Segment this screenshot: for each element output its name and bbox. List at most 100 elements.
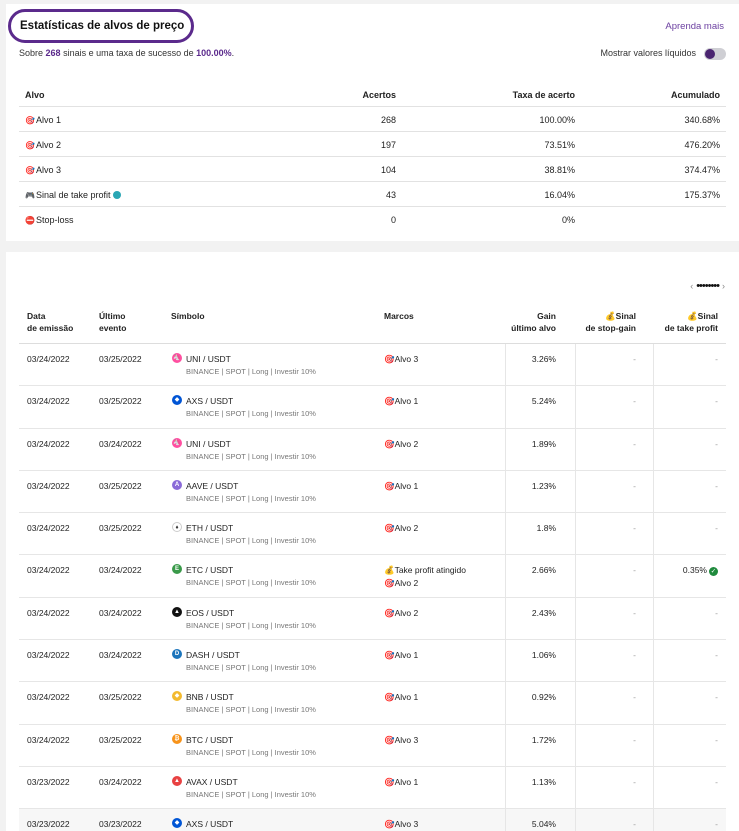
stats-table-header: Alvo Acertos Taxa de acerto Acumulado <box>19 83 726 106</box>
symbol-link[interactable]: BNB / USDT <box>186 692 234 702</box>
table-row[interactable]: 03/24/2022 03/24/2022 ▲ EOS / USDT BINANCE |… <box>19 597 726 641</box>
coin-icon: 🦄 <box>172 437 182 448</box>
next-page-button[interactable]: › <box>722 281 725 291</box>
last-event-date: 03/25/2022 <box>99 354 142 364</box>
summary-signal-count: 268 <box>45 48 61 58</box>
stop-gain-signal: - <box>633 565 636 576</box>
info-icon[interactable] <box>112 191 121 199</box>
stats-row-target: 🎯Alvo 1 <box>25 115 61 125</box>
column-divider <box>505 344 506 386</box>
table-row[interactable]: 03/24/2022 03/25/2022 ₿ BTC / USDT BINANCE |… <box>19 724 726 767</box>
column-divider <box>653 724 654 766</box>
emission-date: 03/23/2022 <box>27 819 70 830</box>
symbol-link[interactable]: AXS / USDT <box>186 819 233 829</box>
stats-row-accum: 340.68% <box>684 115 720 125</box>
col-take-profit-line2: de take profit <box>664 323 718 333</box>
column-divider <box>653 555 654 597</box>
column-divider <box>575 555 576 597</box>
symbol-link[interactable]: AAVE / USDT <box>186 481 238 491</box>
column-divider <box>653 386 654 428</box>
stats-row-name: Sinal de take profit <box>36 190 111 200</box>
learn-more-link[interactable]: Aprenda mais <box>665 21 724 32</box>
last-event-date: 03/24/2022 <box>99 565 142 576</box>
symbol-link[interactable]: ETC / USDT <box>186 565 233 575</box>
symbol-link[interactable]: UNI / USDT <box>186 354 231 364</box>
col-take-profit-header: 💰Sinal de take profit <box>665 310 718 334</box>
stop-gain-signal: - <box>633 354 636 364</box>
take-profit-signal: - <box>715 523 718 533</box>
symbol-link[interactable]: AXS / USDT <box>186 396 233 406</box>
last-event-date: 03/24/2022 <box>99 438 142 449</box>
column-divider <box>575 386 576 428</box>
table-row[interactable]: 03/23/202203/23/2022◆AXS / USDTBINANCE |… <box>19 809 726 831</box>
stats-row: 🎯Alvo 1 268 100.00% 340.68% <box>19 106 726 131</box>
gain-last-target: 2.66% <box>531 565 556 576</box>
table-row[interactable]: 03/24/2022 03/24/2022 🦄 UNI / USDT BINANCE |… <box>19 428 726 471</box>
coin-icon: ₿ <box>172 733 182 744</box>
col-stop-gain-line1: 💰Sinal <box>605 311 636 321</box>
table-row[interactable]: 03/24/2022 03/24/2022 D DASH / USDT BINANCE … <box>19 640 726 683</box>
symbol-link[interactable]: DASH / USDT <box>186 650 240 660</box>
table-row[interactable]: 03/24/2022 03/25/2022 🦄 UNI / USDT BINANCE |… <box>19 344 726 387</box>
stats-row-hits: 104 <box>380 165 396 175</box>
net-values-toggle[interactable] <box>704 48 726 60</box>
target-dart-icon: 🎯 <box>25 116 35 125</box>
take-profit-value: - <box>715 354 718 364</box>
column-divider <box>653 470 654 513</box>
milestone: 🎯Alvo 3 <box>384 734 419 745</box>
symbol-link[interactable]: ETH / USDT <box>186 523 233 533</box>
gain-last-target: 1.8% <box>536 523 556 534</box>
table-row[interactable]: 03/24/2022 03/25/2022 A AAVE / USDT BINANCE … <box>19 470 726 514</box>
stats-row-rate: 16.04% <box>544 190 575 200</box>
column-divider <box>505 555 506 597</box>
column-divider <box>653 513 654 555</box>
table-row[interactable]: 03/24/2022 03/25/2022 ◆ AXS / USDT BINANCE |… <box>19 386 726 429</box>
table-row[interactable]: 03/24/2022 03/25/2022 ♦ ETH / USDT BINANCE |… <box>19 513 726 556</box>
take-profit-value: - <box>715 438 718 449</box>
column-divider <box>505 428 506 470</box>
stop-gain-signal: - <box>633 523 636 534</box>
page-title: Estatísticas de alvos de preço <box>20 20 185 32</box>
column-divider <box>653 428 654 470</box>
milestone: 🎯Alvo 3 <box>384 819 419 830</box>
take-profit-signal: - <box>715 777 718 787</box>
stop-gain-signal: - <box>633 734 636 745</box>
col-milestones-header: Marcos <box>384 311 414 321</box>
table-row[interactable]: 03/24/2022 03/25/2022 ◆ BNB / USDT BINANCE |… <box>19 682 726 725</box>
stats-row: ⛔Stop-loss 0 0% <box>19 206 726 231</box>
table-row[interactable]: 03/24/2022 03/24/2022 E ETC / USDT BINANCE |… <box>19 555 726 598</box>
col-gain-line2: último alvo <box>511 323 556 333</box>
col-rate-header: Taxa de acerto <box>512 90 575 100</box>
take-profit-signal: - <box>715 354 718 364</box>
milestone: 💰Take profit atingido <box>384 565 466 576</box>
take-profit-signal: - <box>715 735 718 745</box>
take-profit-signal: - <box>715 819 718 829</box>
take-profit-value: - <box>715 692 718 703</box>
column-divider <box>653 809 654 831</box>
stop-sign-icon: ⛔ <box>25 216 35 225</box>
target-dart-icon: 🎯 <box>25 141 35 150</box>
last-event-date: 03/25/2022 <box>99 523 142 534</box>
stop-gain-signal: - <box>633 438 636 449</box>
symbol-link[interactable]: EOS / USDT <box>186 608 234 618</box>
table-row[interactable]: 03/23/2022 03/24/2022 ▲ AVAX / USDT BINANCE … <box>19 766 726 810</box>
milestone: 🎯Alvo 2 <box>384 523 419 534</box>
stats-row-accum: 175.37% <box>684 190 720 200</box>
page-dots[interactable]: •••••••• <box>696 280 720 292</box>
column-divider <box>505 386 506 428</box>
symbol-link[interactable]: UNI / USDT <box>186 439 231 449</box>
col-target-header: Alvo <box>25 90 45 100</box>
last-event-date: 03/23/2022 <box>99 819 142 830</box>
symbol-link[interactable]: AVAX / USDT <box>186 777 238 787</box>
coin-icon: ▲ <box>172 606 182 617</box>
stats-row-name: Alvo 3 <box>36 165 62 175</box>
symbol-details: BINANCE | SPOT | Long | Investir 10% <box>186 451 316 461</box>
prev-page-button[interactable]: ‹ <box>690 281 693 291</box>
gain-last-target: 1.13% <box>531 776 556 787</box>
emission-date: 03/24/2022 <box>27 438 70 449</box>
symbol-link[interactable]: BTC / USDT <box>186 735 233 745</box>
column-divider <box>575 470 576 513</box>
column-divider <box>653 640 654 682</box>
gain-last-target: 0.92% <box>531 692 556 703</box>
col-accum-header: Acumulado <box>670 90 720 100</box>
